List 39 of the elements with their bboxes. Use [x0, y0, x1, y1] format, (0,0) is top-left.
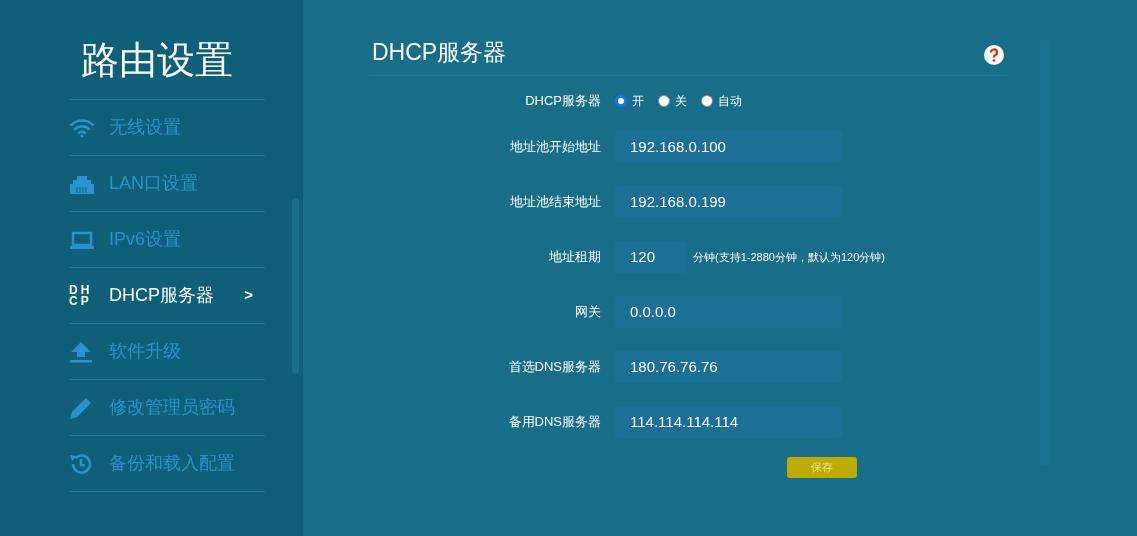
page-title: DHCP服务器 — [371, 38, 507, 67]
dhcp-icon: DH CP — [69, 284, 95, 307]
sidebar-item[interactable]: DH CP DHCP服务器 > — [69, 268, 265, 324]
field-label: 备用DNS服务器 — [507, 413, 602, 432]
sidebar-label: 备份和载入配置 — [109, 452, 235, 475]
sidebar-title: 路由设置 — [79, 37, 234, 83]
sidebar-label: IPv6设置 — [109, 228, 182, 251]
field-label: 首选DNS服务器 — [507, 358, 602, 377]
field-label: 地址池结束地址 — [509, 193, 602, 212]
radio-button[interactable] — [658, 95, 670, 107]
text-field[interactable]: 180.76.76.76 — [615, 351, 842, 383]
upload-icon — [69, 340, 93, 363]
field-label: 网关 — [574, 303, 602, 322]
field-label: 地址池开始地址 — [509, 138, 602, 157]
text-field[interactable]: 114.114.114.114 — [615, 406, 842, 438]
field-label: DHCP服务器 — [524, 92, 602, 111]
pencil-icon — [69, 395, 93, 420]
chevron-icon: > — [244, 284, 253, 307]
radio-option[interactable]: 关 — [658, 92, 687, 110]
field-label: 地址租期 — [548, 248, 602, 267]
radio-button[interactable] — [701, 95, 713, 107]
text-field[interactable]: 120 — [615, 241, 687, 273]
ethernet-port-icon — [69, 173, 95, 194]
text-field[interactable]: 0.0.0.0 — [615, 296, 842, 328]
help-icon[interactable] — [984, 45, 1004, 65]
sidebar-label: 无线设置 — [109, 116, 181, 139]
sidebar-label: 修改管理员密码 — [109, 396, 235, 419]
sidebar-label: LAN口设置 — [109, 172, 198, 195]
radio-button[interactable] — [615, 95, 627, 107]
field-hint: 分钟(支持1-2880分钟，默认为120分钟) — [693, 249, 885, 265]
radio-option[interactable]: 开 — [615, 92, 644, 110]
wifi-icon — [69, 117, 95, 138]
text-field[interactable]: 192.168.0.100 — [615, 131, 842, 163]
sidebar-label: 软件升级 — [109, 340, 181, 363]
text-field[interactable]: 192.168.0.199 — [615, 186, 842, 218]
sidebar-label: DHCP服务器 — [109, 284, 214, 307]
history-icon — [69, 451, 93, 476]
radio-option[interactable]: 自动 — [701, 92, 742, 110]
laptop-icon — [69, 230, 95, 249]
